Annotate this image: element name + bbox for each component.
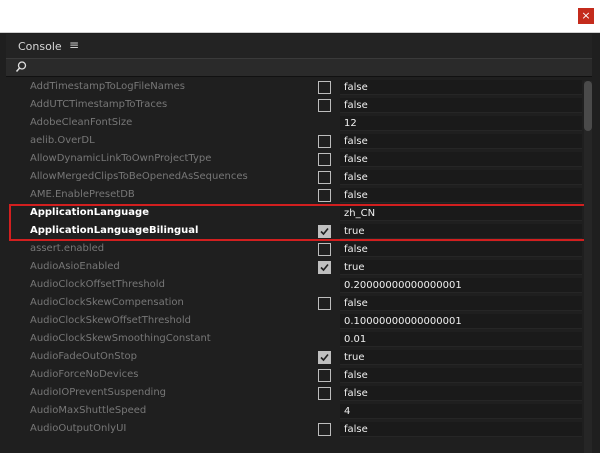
setting-checkbox[interactable] (318, 351, 331, 364)
setting-name: AudioClockSkewCompensation (30, 297, 184, 308)
hamburger-icon[interactable]: ≡ (69, 38, 79, 52)
close-button[interactable]: × (578, 8, 594, 24)
setting-name: AddUTCTimestampToTraces (30, 99, 168, 110)
setting-checkbox[interactable] (318, 243, 331, 256)
setting-value-field[interactable]: 0.01 (340, 332, 582, 347)
setting-value-field[interactable]: 0.10000000000000001 (340, 314, 582, 329)
console-row: AudioClockOffsetThreshold 0.2000000000000… (12, 277, 582, 295)
setting-value-field[interactable]: false (340, 152, 582, 167)
setting-name: AudioClockSkewOffsetThreshold (30, 315, 192, 326)
setting-name: AudioClockOffsetThreshold (30, 279, 165, 290)
console-row: AudioOutputOnlyUI false (12, 421, 582, 439)
window-titlebar: × (0, 0, 600, 33)
setting-name: AllowMergedClipsToBeOpenedAsSequences (30, 171, 248, 182)
setting-checkbox[interactable] (318, 81, 331, 94)
search-bar[interactable] (6, 58, 592, 77)
setting-value-field[interactable]: false (340, 80, 582, 95)
setting-name: AdobeCleanFontSize (30, 117, 133, 128)
setting-name: assert.enabled (30, 243, 105, 254)
setting-name: AddTimestampToLogFileNames (30, 81, 186, 92)
panel-title: Console (18, 40, 62, 53)
setting-value-field[interactable]: 0.20000000000000001 (340, 278, 582, 293)
console-row: AudioForceNoDevices false (12, 367, 582, 385)
console-row: AllowMergedClipsToBeOpenedAsSequences fal… (12, 169, 582, 187)
setting-name: AudioFadeOutOnStop (30, 351, 137, 362)
console-row: AME.EnablePresetDB false (12, 187, 582, 205)
setting-name: AudioMaxShuttleSpeed (30, 405, 147, 416)
scrollbar[interactable] (584, 81, 592, 453)
setting-value-field[interactable]: false (340, 170, 582, 185)
setting-name: AudioForceNoDevices (30, 369, 139, 380)
console-row: AudioClockSkewOffsetThreshold 0.100000000… (12, 313, 582, 331)
setting-checkbox[interactable] (318, 99, 331, 112)
console-row: AudioMaxShuttleSpeed 4 (12, 403, 582, 421)
setting-value-field[interactable]: false (340, 296, 582, 311)
setting-name: aelib.OverDL (30, 135, 95, 146)
setting-checkbox[interactable] (318, 135, 331, 148)
setting-checkbox[interactable] (318, 369, 331, 382)
setting-value-field[interactable]: false (340, 386, 582, 401)
console-row: AudioClockSkewSmoothingConstant 0.01 (12, 331, 582, 349)
panel-header: Console ≡ (6, 34, 592, 58)
setting-name: AME.EnablePresetDB (30, 189, 135, 200)
highlight-annotation (9, 204, 591, 241)
setting-checkbox[interactable] (318, 153, 331, 166)
setting-value-field[interactable]: 12 (340, 116, 582, 131)
console-row: AllowDynamicLinkToOwnProjectType false (12, 151, 582, 169)
console-row: aelib.OverDL false (12, 133, 582, 151)
console-row: AudioClockSkewCompensation false (12, 295, 582, 313)
console-row: AudioIOPreventSuspending false (12, 385, 582, 403)
console-row: AddUTCTimestampToTraces false (12, 97, 582, 115)
scroll-thumb[interactable] (584, 81, 592, 131)
setting-checkbox[interactable] (318, 171, 331, 184)
setting-checkbox[interactable] (318, 261, 331, 274)
setting-name: AudioAsioEnabled (30, 261, 120, 272)
search-icon[interactable] (14, 60, 28, 74)
console-row: AdobeCleanFontSize 12 (12, 115, 582, 133)
setting-value-field[interactable]: 4 (340, 404, 582, 419)
checkmark-icon (320, 353, 329, 362)
setting-value-field[interactable]: false (340, 368, 582, 383)
setting-name: AllowDynamicLinkToOwnProjectType (30, 153, 212, 164)
close-icon: × (581, 9, 591, 22)
console-row: AddTimestampToLogFileNames false (12, 79, 582, 97)
setting-name: AudioOutputOnlyUI (30, 423, 127, 434)
setting-value-field[interactable]: false (340, 134, 582, 149)
setting-checkbox[interactable] (318, 297, 331, 310)
console-row: AudioAsioEnabled true (12, 259, 582, 277)
console-list: AddTimestampToLogFileNames false AddUTCTim… (12, 79, 582, 453)
setting-value-field[interactable]: false (340, 98, 582, 113)
setting-value-field[interactable]: true (340, 350, 582, 365)
setting-value-field[interactable]: false (340, 188, 582, 203)
checkmark-icon (320, 263, 329, 272)
setting-value-field[interactable]: false (340, 422, 582, 437)
console-row: assert.enabled false (12, 241, 582, 259)
console-row: AudioFadeOutOnStop true (12, 349, 582, 367)
setting-checkbox[interactable] (318, 189, 331, 202)
setting-name: AudioClockSkewSmoothingConstant (30, 333, 211, 344)
setting-value-field[interactable]: false (340, 242, 582, 257)
setting-checkbox[interactable] (318, 423, 331, 436)
setting-name: AudioIOPreventSuspending (30, 387, 167, 398)
setting-checkbox[interactable] (318, 387, 331, 400)
setting-value-field[interactable]: true (340, 260, 582, 275)
